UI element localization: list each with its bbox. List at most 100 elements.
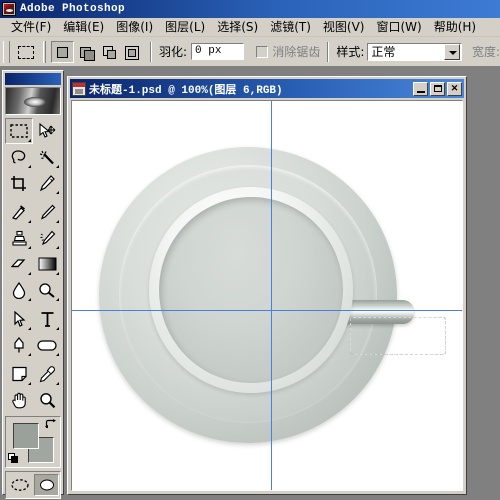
tool-flyout-indicator (28, 220, 31, 223)
swap-colors-icon[interactable] (45, 419, 57, 430)
mask-mode-group (5, 471, 61, 499)
photoshop-eye-banner[interactable] (5, 87, 61, 115)
horizontal-guide[interactable] (72, 310, 462, 311)
subtract-from-selection-button[interactable] (96, 40, 120, 63)
rectangular-marquee-tool[interactable] (5, 118, 33, 144)
quick-mask-mode-button[interactable] (34, 474, 59, 496)
feather-input[interactable]: 0 px (191, 43, 245, 60)
tool-flyout-indicator (56, 191, 59, 194)
intersect-with-selection-button[interactable] (119, 40, 143, 63)
tool-flyout-indicator (28, 272, 31, 275)
antialias-label: 消除锯齿 (272, 45, 321, 59)
antialias-checkbox[interactable] (256, 45, 269, 58)
canvas-viewport[interactable] (71, 100, 463, 491)
standard-mask-mode-button[interactable] (7, 474, 32, 496)
close-button[interactable]: ✕ (447, 81, 462, 96)
eyedropper-tool[interactable] (33, 361, 61, 387)
options-bar-drag-grip[interactable] (3, 40, 10, 63)
foreground-color-swatch[interactable] (13, 423, 39, 449)
rounded-rectangle-tool[interactable] (33, 332, 61, 358)
tool-flyout-indicator (28, 353, 31, 356)
cup-interior (159, 197, 343, 383)
options-bar-separator-3 (327, 41, 330, 62)
tool-flyout-indicator (28, 165, 31, 168)
vertical-guide[interactable] (271, 101, 272, 490)
tool-flyout-indicator (56, 272, 59, 275)
intersect-icon-front (127, 48, 136, 57)
gradient-tool[interactable] (33, 251, 61, 277)
tool-flyout-indicator (28, 298, 31, 301)
tool-flyout-indicator (56, 246, 59, 249)
clone-stamp-tool[interactable] (5, 225, 33, 251)
selection-mode-group (50, 40, 143, 63)
tool-flyout-indicator (28, 327, 31, 330)
tool-flyout-indicator (56, 220, 59, 223)
minimize-icon (417, 90, 425, 93)
type-tool[interactable] (33, 306, 61, 332)
menu-help[interactable]: 帮助(H) (428, 17, 482, 37)
style-selected-value: 正常 (371, 45, 396, 59)
crop-tool[interactable] (5, 170, 33, 196)
notes-tool[interactable] (5, 361, 33, 387)
subtract-icon-front (106, 49, 116, 59)
tool-flyout-indicator (56, 327, 59, 330)
menu-edit[interactable]: 编辑(E) (57, 17, 110, 37)
tool-grid (5, 118, 61, 413)
toolbox-palette (2, 70, 64, 499)
application-title: Adobe Photoshop (20, 3, 126, 15)
image-canvas[interactable] (72, 101, 462, 490)
document-icon (72, 81, 86, 96)
close-icon: ✕ (450, 83, 459, 94)
menu-view[interactable]: 视图(V) (317, 17, 371, 37)
magic-wand-tool[interactable] (33, 144, 61, 170)
menu-file[interactable]: 文件(F) (5, 17, 57, 37)
history-brush-tool[interactable] (33, 225, 61, 251)
toolbox-title-bar[interactable] (5, 73, 61, 85)
tool-flyout-indicator (28, 246, 31, 249)
options-bar-separator-2 (149, 41, 152, 62)
menu-bar: 文件(F) 编辑(E) 图像(I) 图层(L) 选择(S) 滤镜(T) 视图(V… (0, 18, 500, 37)
selection-marquee[interactable] (350, 317, 446, 355)
move-tool[interactable] (33, 118, 61, 144)
lasso-tool[interactable] (5, 144, 33, 170)
eraser-tool[interactable] (5, 251, 33, 277)
pen-tool[interactable] (5, 332, 33, 358)
zoom-tool[interactable] (33, 387, 61, 413)
application-title-bar: Adobe Photoshop (0, 0, 500, 18)
style-select[interactable]: 正常 (367, 42, 462, 61)
minimize-button[interactable] (413, 81, 428, 96)
tool-flyout-indicator (56, 382, 59, 385)
new-selection-button[interactable] (50, 40, 74, 63)
chevron-down-icon[interactable] (443, 43, 460, 60)
add-to-selection-button[interactable] (73, 40, 97, 63)
document-title: 未标题-1.psd @ 100%(图层 6,RGB) (89, 84, 283, 97)
hand-tool[interactable] (5, 387, 33, 413)
width-label: 宽度: (471, 45, 500, 59)
default-colors-icon[interactable] (8, 453, 19, 464)
color-swatch-block (5, 416, 61, 468)
tool-flyout-indicator (56, 165, 59, 168)
blur-tool[interactable] (5, 277, 33, 303)
healing-brush-tool[interactable] (5, 199, 33, 225)
feather-label: 羽化: (158, 45, 188, 59)
photoshop-application-window: Adobe Photoshop 文件(F) 编辑(E) 图像(I) 图层(L) … (0, 0, 500, 500)
rectangular-marquee-icon (18, 45, 34, 59)
menu-select[interactable]: 选择(S) (211, 17, 264, 37)
maximize-icon (434, 84, 442, 92)
new-selection-icon (56, 46, 68, 58)
menu-window[interactable]: 窗口(W) (370, 17, 427, 37)
current-tool-preset-picker[interactable] (14, 41, 38, 63)
paintbrush-tool[interactable] (33, 199, 61, 225)
path-selection-tool[interactable] (5, 306, 33, 332)
default-fg-chip (11, 456, 18, 463)
tool-flyout-indicator (56, 353, 59, 356)
document-title-bar[interactable]: 未标题-1.psd @ 100%(图层 6,RGB) ✕ (70, 79, 464, 98)
slice-tool[interactable] (33, 170, 61, 196)
menu-layer[interactable]: 图层(L) (159, 17, 211, 37)
dodge-tool[interactable] (33, 277, 61, 303)
document-window: 未标题-1.psd @ 100%(图层 6,RGB) ✕ (67, 76, 467, 495)
menu-filter[interactable]: 滤镜(T) (264, 17, 317, 37)
style-label: 样式: (336, 45, 365, 59)
menu-image[interactable]: 图像(I) (110, 17, 159, 37)
maximize-button[interactable] (430, 81, 445, 96)
